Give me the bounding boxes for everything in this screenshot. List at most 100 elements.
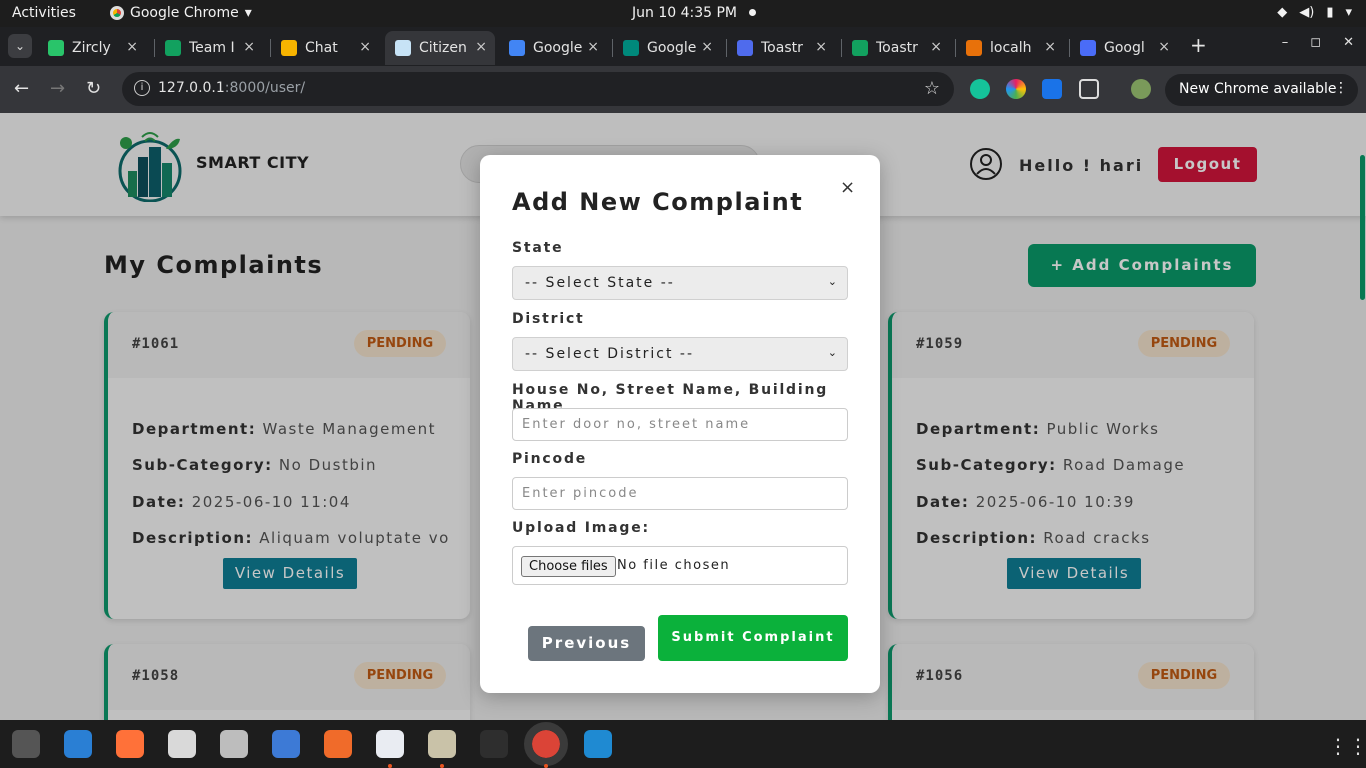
tab-title: Chat (305, 40, 338, 56)
tab-close-icon[interactable]: × (243, 39, 255, 55)
tab-close-icon[interactable]: × (1158, 39, 1170, 55)
activities-button[interactable]: Activities (12, 5, 76, 21)
maximize-icon[interactable]: ◻ (1310, 35, 1321, 50)
extensions-puzzle-icon[interactable] (1079, 79, 1099, 99)
browser-tab[interactable]: Toastr × (727, 31, 835, 65)
volume-icon: ◀) (1299, 5, 1315, 20)
address-input[interactable]: Enter door no, street name (512, 408, 848, 441)
pincode-input[interactable]: Enter pincode (512, 477, 848, 510)
browser-tab[interactable]: Citizen × (385, 31, 495, 65)
district-select[interactable]: -- Select District -- ⌄ (512, 337, 848, 371)
browser-tab[interactable]: localh × (956, 31, 1064, 65)
chevron-down-icon: ⌄ (827, 346, 839, 359)
text-editor-app-icon[interactable] (376, 730, 404, 758)
document-viewer-app-icon[interactable] (168, 730, 196, 758)
power-icon: ▾ (1345, 5, 1352, 20)
site-info-icon[interactable]: i (134, 80, 150, 96)
back-icon[interactable]: ← (14, 78, 29, 99)
state-select[interactable]: -- Select State -- ⌄ (512, 266, 848, 300)
thunderbird-app-icon[interactable] (64, 730, 92, 758)
tab-title: Toastr (876, 40, 918, 56)
fi-extension-icon[interactable] (1042, 79, 1062, 99)
tab-title: Toastr (761, 40, 803, 56)
tab-title: Google (533, 40, 583, 56)
clock[interactable]: Jun 10 4:35 PM (632, 5, 737, 21)
browser-toolbar: ← → ↻ i 127.0.0.1:8000/user/ ☆ New Chrom… (0, 66, 1366, 113)
tab-close-icon[interactable]: × (475, 39, 487, 55)
tab-favicon-icon (48, 40, 64, 56)
url-text: 127.0.0.1:8000/user/ (158, 80, 305, 96)
choose-files-button[interactable]: Choose files (521, 556, 616, 577)
text-document-app-icon[interactable] (272, 730, 300, 758)
update-chrome-button[interactable]: New Chrome available ⋮ (1165, 74, 1358, 106)
window-controls: – ◻ ✕ (1282, 35, 1354, 50)
tab-close-icon[interactable]: × (1044, 39, 1056, 55)
system-tray[interactable]: ◆ ◀) ▮ ▾ (1277, 5, 1352, 20)
file-status: No file chosen (617, 558, 731, 573)
firefox-app-icon[interactable] (116, 730, 144, 758)
wifi-icon: ◆ (1277, 5, 1288, 20)
reload-icon[interactable]: ↻ (86, 78, 101, 99)
tab-close-icon[interactable]: × (701, 39, 713, 55)
tab-favicon-icon (737, 40, 753, 56)
image-viewer-app-icon[interactable] (220, 730, 248, 758)
state-label: State (512, 240, 564, 256)
menu-icon[interactable]: ⋮ (1334, 80, 1348, 96)
app-menu-label: Google Chrome (130, 5, 239, 21)
browser-tab[interactable]: Google × (499, 31, 607, 65)
new-tab-button[interactable]: + (1190, 33, 1207, 57)
tab-favicon-icon (281, 40, 297, 56)
tab-title: Googl (1104, 40, 1145, 56)
state-select-value: -- Select State -- (525, 275, 675, 291)
pincode-label: Pincode (512, 451, 588, 467)
app-menu[interactable]: Google Chrome ▾ (110, 5, 252, 21)
vscode-app-icon[interactable] (584, 730, 612, 758)
upload-label: Upload Image: (512, 520, 650, 536)
tab-search-button[interactable]: ⌄ (8, 34, 32, 58)
show-apps-icon[interactable]: ⋮⋮⋮ (1328, 734, 1366, 758)
browser-tab[interactable]: Google × (613, 31, 721, 65)
tab-favicon-icon (509, 40, 525, 56)
running-indicator (440, 764, 444, 768)
add-complaint-modal: Add New Complaint × State -- Select Stat… (480, 155, 880, 693)
chevron-down-icon: ⌄ (827, 275, 839, 288)
color-extension-icon[interactable] (1006, 79, 1026, 99)
tab-favicon-icon (966, 40, 982, 56)
browser-tab[interactable]: Team I × (155, 31, 263, 65)
url-host: 127.0.0.1 (158, 80, 225, 96)
settings-app-icon[interactable] (12, 730, 40, 758)
chevron-down-icon: ▾ (244, 5, 252, 21)
submit-complaint-button[interactable]: Submit Complaint (658, 615, 848, 661)
tab-title: localh (990, 40, 1032, 56)
tab-close-icon[interactable]: × (359, 39, 371, 55)
profile-avatar[interactable] (1131, 79, 1151, 99)
forward-icon[interactable]: → (50, 78, 65, 99)
close-icon[interactable]: × (840, 177, 855, 198)
tab-title: Google (647, 40, 697, 56)
browser-tab[interactable]: Zircly × (38, 31, 146, 65)
chrome-app-icon[interactable] (524, 722, 568, 766)
grammarly-extension-icon[interactable] (970, 79, 990, 99)
browser-tab[interactable]: Toastr × (842, 31, 950, 65)
close-window-icon[interactable]: ✕ (1343, 35, 1354, 50)
previous-button[interactable]: Previous (528, 626, 645, 661)
inkscape-app-icon[interactable] (324, 730, 352, 758)
tab-close-icon[interactable]: × (930, 39, 942, 55)
tab-close-icon[interactable]: × (126, 39, 138, 55)
district-select-value: -- Select District -- (525, 346, 695, 362)
taskbar: ⋮⋮⋮ (0, 720, 1366, 768)
web-page: SMART CITY Hello ! hari Logout My Compla… (0, 113, 1366, 720)
minimize-icon[interactable]: – (1282, 35, 1289, 50)
tab-close-icon[interactable]: × (587, 39, 599, 55)
tab-close-icon[interactable]: × (815, 39, 827, 55)
district-label: District (512, 311, 585, 327)
terminal-app-icon[interactable] (480, 730, 508, 758)
files-app-icon[interactable] (428, 730, 456, 758)
notification-dot-icon (749, 9, 756, 16)
address-bar[interactable]: i 127.0.0.1:8000/user/ ☆ (122, 72, 954, 106)
bookmark-star-icon[interactable]: ☆ (924, 78, 940, 99)
system-top-bar: Activities Google Chrome ▾ Jun 10 4:35 P… (0, 0, 1366, 27)
file-upload-field: Choose files No file chosen (512, 546, 848, 585)
browser-tab[interactable]: Googl × (1070, 31, 1178, 65)
browser-tab[interactable]: Chat × (271, 31, 379, 65)
